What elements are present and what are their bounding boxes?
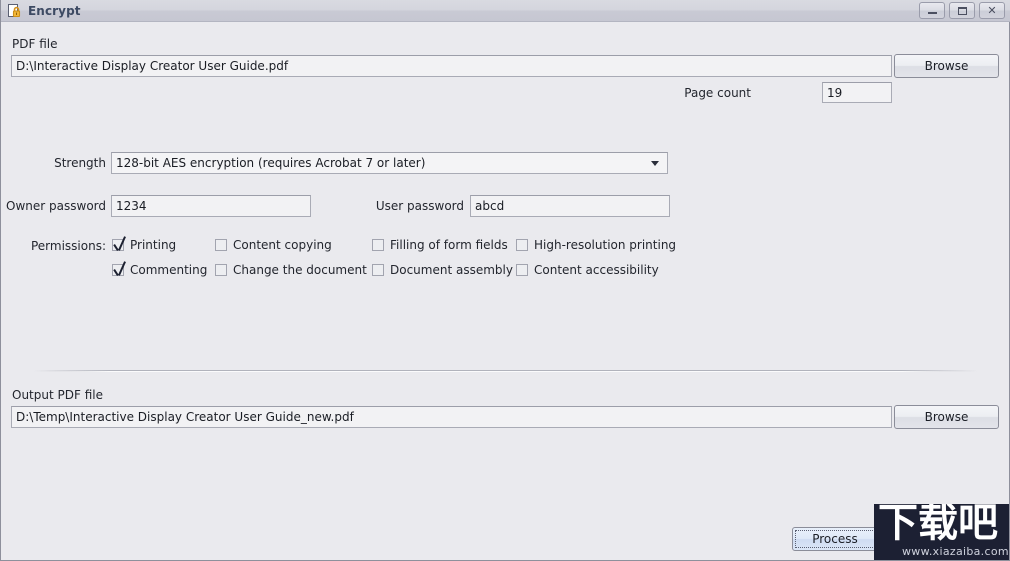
section-divider — [34, 370, 977, 372]
output-pdf-file-label: Output PDF file — [12, 388, 103, 402]
maximize-icon — [957, 6, 967, 15]
close-icon: ✕ — [987, 4, 997, 17]
lock-document-icon — [7, 3, 23, 19]
pdf-file-label: PDF file — [12, 37, 58, 51]
output-pdf-file-browse-button[interactable]: Browse — [894, 405, 999, 429]
checkbox-box — [112, 264, 124, 276]
permission-checkbox-content-copying[interactable]: Content copying — [215, 238, 332, 252]
permission-checkbox-high-resolution-printing[interactable]: High-resolution printing — [516, 238, 676, 252]
permission-checkbox-filling-of-form-fields[interactable]: Filling of form fields — [372, 238, 508, 252]
permission-label: Document assembly — [390, 263, 513, 277]
process-button[interactable]: Process — [792, 527, 878, 551]
permission-checkbox-change-the-document[interactable]: Change the document — [215, 263, 367, 277]
checkbox-box — [516, 264, 528, 276]
permission-checkbox-commenting[interactable]: Commenting — [112, 263, 207, 277]
output-pdf-file-input[interactable]: D:\Temp\Interactive Display Creator User… — [11, 406, 892, 428]
permission-checkbox-printing[interactable]: Printing — [112, 238, 176, 252]
checkbox-box — [215, 239, 227, 251]
strength-label: Strength — [54, 156, 106, 170]
owner-password-label: Owner password — [6, 199, 106, 213]
window-title: Encrypt — [28, 3, 81, 18]
window-controls: ✕ — [919, 2, 1005, 19]
permission-checkbox-document-assembly[interactable]: Document assembly — [372, 263, 513, 277]
user-password-input[interactable]: abcd — [470, 195, 670, 217]
permission-label: Change the document — [233, 263, 367, 277]
permission-label: Filling of form fields — [390, 238, 508, 252]
checkbox-box — [112, 239, 124, 251]
close-button[interactable]: ✕ — [979, 2, 1005, 19]
chevron-down-icon — [651, 161, 659, 166]
permission-label: Content accessibility — [534, 263, 659, 277]
title-bar: Encrypt ✕ — [1, 0, 1010, 22]
pdf-file-input[interactable]: D:\Interactive Display Creator User Guid… — [11, 55, 892, 77]
page-count-input[interactable]: 19 — [822, 82, 892, 103]
maximize-button[interactable] — [949, 2, 975, 19]
watermark-logo: 下载吧 www.xiazaiba.com — [874, 504, 1009, 560]
permission-label: Printing — [130, 238, 177, 252]
permission-label: Commenting — [130, 263, 208, 277]
permission-checkbox-content-accessibility[interactable]: Content accessibility — [516, 263, 659, 277]
dialog-body: PDF file D:\Interactive Display Creator … — [1, 22, 1009, 559]
watermark-url: www.xiazaiba.com — [902, 545, 1009, 558]
page-count-label: Page count — [684, 86, 751, 100]
window-frame: Encrypt ✕ PDF file D:\Interactive Displa… — [0, 0, 1010, 561]
encrypt-dialog-window: Encrypt ✕ PDF file D:\Interactive Displa… — [0, 0, 1010, 561]
user-password-label: User password — [375, 199, 464, 213]
strength-dropdown[interactable]: 128-bit AES encryption (requires Acrobat… — [111, 152, 668, 174]
strength-selected-value: 128-bit AES encryption (requires Acrobat… — [116, 156, 426, 170]
pdf-file-browse-button[interactable]: Browse — [894, 54, 999, 78]
checkbox-box — [516, 239, 528, 251]
permissions-label: Permissions: — [30, 239, 106, 253]
checkbox-box — [372, 264, 384, 276]
minimize-button[interactable] — [919, 2, 945, 19]
checkbox-box — [215, 264, 227, 276]
permission-label: High-resolution printing — [534, 238, 677, 252]
watermark-logo-text: 下载吧 — [878, 504, 998, 546]
permission-label: Content copying — [233, 238, 332, 252]
checkbox-box — [372, 239, 384, 251]
owner-password-input[interactable]: 1234 — [111, 195, 311, 217]
minimize-icon — [927, 12, 937, 14]
